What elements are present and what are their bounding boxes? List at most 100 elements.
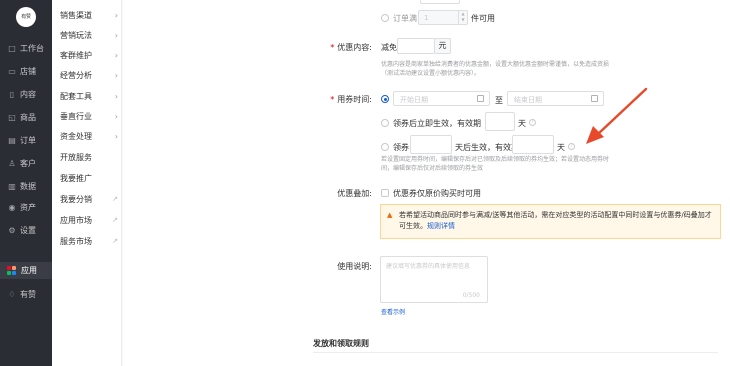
rules-detail-link[interactable]: 规则详情 [427, 222, 455, 230]
chevron-right-icon: › [114, 111, 118, 121]
menu-item-tools[interactable]: 配套工具 › [60, 89, 118, 103]
warning-text: 若希望活动商品同时参与满减/送等其他活动，需在对应类型的活动配置中同时设置与优惠… [399, 210, 717, 232]
nav-customer[interactable]: ♙ 客户 [0, 155, 52, 172]
relative-validity-radio[interactable] [381, 119, 389, 127]
section-divider [313, 352, 718, 353]
usage-placeholder: 建议填写优惠券的具体使用信息 [386, 263, 471, 270]
discount-amount-input[interactable] [397, 38, 435, 54]
relative-days-input[interactable] [485, 112, 515, 131]
validity-help-text: 若设置固定用券时间，编辑保存后对已领取及后续领取的券均生效；若设置动态用券时间，… [381, 156, 610, 172]
menu-item-app-market[interactable]: 应用市场 ↗ [60, 213, 118, 227]
data-icon: ▥ [8, 182, 16, 191]
like-icon: ♢ [8, 290, 16, 299]
stepper-arrows-icon[interactable]: ▲ ▼ [458, 11, 467, 24]
menu-label: 销售渠道 [60, 10, 92, 20]
original-price-only-label: 优惠券仅原价购买时可用 [393, 189, 481, 198]
customer-icon: ♙ [8, 159, 16, 168]
nav-data[interactable]: ▥ 数据 [0, 178, 52, 195]
settings-icon: ⚙ [8, 226, 16, 235]
menu-item-funds[interactable]: 资金处理 › [60, 129, 118, 143]
threshold-suffix: 件可用 [471, 14, 495, 23]
nav-order[interactable]: ▤ 订单 [0, 132, 52, 149]
menu-item-customer-group[interactable]: 客群维护 › [60, 48, 118, 62]
original-price-only-checkbox[interactable] [381, 189, 389, 197]
menu-item-promote[interactable]: 我要推广 [60, 171, 118, 185]
warning-icon: ▲ [387, 211, 393, 219]
menu-label: 营销玩法 [60, 30, 92, 40]
usage-label: 使用说明: [337, 262, 372, 271]
order-icon: ▤ [8, 136, 16, 145]
discount-prefix: 减免 [381, 43, 397, 52]
chevron-right-icon: › [114, 50, 118, 60]
nav-apps-label: 应用 [21, 266, 37, 275]
nav-apps[interactable]: 应用 [0, 262, 52, 279]
nav-content[interactable]: ▯ 内容 [0, 86, 52, 103]
help-question-icon[interactable]: ? [529, 119, 536, 126]
relative-validity-text: 领券后立即生效，有效期 [393, 119, 481, 128]
nav-store[interactable]: ▭ 店铺 [0, 63, 52, 80]
nav-workbench[interactable]: □ 工作台 [0, 40, 52, 57]
chevron-right-icon: › [114, 30, 118, 40]
nav-settings-label: 设置 [20, 226, 36, 235]
coupon-form [123, 0, 730, 366]
asset-icon: ◉ [8, 203, 16, 212]
menu-item-sales-channel[interactable]: 销售渠道 › [60, 8, 118, 22]
threshold-quantity-input[interactable]: 1 ▲ ▼ [418, 10, 468, 25]
delay-days-input[interactable] [410, 135, 452, 154]
nav-youzan-label: 有赞 [20, 290, 36, 299]
usage-description-textarea[interactable]: 建议填写优惠券的具体使用信息 0/500 [380, 256, 488, 303]
chevron-right-icon: › [114, 10, 118, 20]
nav-settings[interactable]: ⚙ 设置 [0, 222, 52, 239]
store-icon: ▭ [8, 67, 16, 76]
menu-label: 配套工具 [60, 91, 92, 101]
discount-unit: 元 [434, 38, 451, 54]
required-mark: * [330, 95, 335, 104]
content-icon: ▯ [9, 90, 15, 99]
menu-label: 我要分销 [60, 194, 92, 204]
logo-text: 有赞 [21, 14, 31, 20]
nav-goods[interactable]: ◱ 商品 [0, 109, 52, 126]
discount-unit-text: 元 [438, 41, 447, 50]
menu-item-analytics[interactable]: 经营分析 › [60, 68, 118, 82]
delayed-valid-days-input[interactable] [512, 135, 554, 154]
app-root: 有赞 □ 工作台 ▭ 店铺 ▯ 内容 ◱ 商品 ▤ 订单 ♙ 客户 ▥ 数据 ◉ 资产 ⚙ 设置 … [0, 0, 730, 366]
menu-label: 经营分析 [60, 70, 92, 80]
delayed-validity-radio[interactable] [381, 143, 389, 151]
delayed-mid-text: 天后生效，有效期 [455, 143, 519, 152]
end-date-placeholder: 结束日期 [514, 96, 542, 104]
view-example-link[interactable]: 查看示例 [381, 307, 405, 316]
calendar-icon [477, 95, 484, 102]
chevron-right-icon: › [114, 91, 118, 101]
primary-sidebar: 有赞 □ 工作台 ▭ 店铺 ▯ 内容 ◱ 商品 ▤ 订单 ♙ 客户 ▥ 数据 ◉ 资产 ⚙ 设置 … [0, 0, 52, 366]
delayed-days-unit: 天 [557, 143, 565, 152]
menu-label: 开放服务 [60, 152, 92, 162]
secondary-sidebar: 销售渠道 › 营销玩法 › 客群维护 › 经营分析 › 配套工具 › 垂直行业 › 资金处理… [52, 0, 122, 366]
date-range-separator: 至 [495, 96, 503, 105]
threshold-radio[interactable] [381, 14, 389, 22]
workbench-icon: □ [8, 44, 16, 53]
menu-item-marketing[interactable]: 营销玩法 › [60, 28, 118, 42]
required-mark: * [330, 43, 335, 52]
relative-days-unit: 天 [518, 119, 526, 128]
external-link-icon: ↗ [112, 237, 118, 245]
menu-item-distribution[interactable]: 我要分销 ↗ [60, 192, 118, 206]
menu-item-industry[interactable]: 垂直行业 › [60, 109, 118, 123]
menu-item-service-market[interactable]: 服务市场 ↗ [60, 234, 118, 248]
nav-asset-label: 资产 [20, 203, 36, 212]
nav-order-label: 订单 [20, 136, 36, 145]
validity-label: * 用券时间: [320, 94, 372, 105]
logo[interactable]: 有赞 [16, 7, 36, 27]
threshold-value: 1 [424, 14, 429, 22]
nav-youzan[interactable]: ♢ 有赞 [0, 286, 52, 303]
chevron-right-icon: › [114, 131, 118, 141]
prior-field-input[interactable] [420, 0, 460, 4]
fixed-date-radio[interactable] [381, 95, 389, 103]
nav-asset[interactable]: ◉ 资产 [0, 199, 52, 216]
goods-icon: ◱ [8, 113, 16, 122]
help-question-icon[interactable]: ? [568, 143, 575, 150]
nav-goods-label: 商品 [20, 113, 36, 122]
menu-label: 垂直行业 [60, 111, 92, 121]
menu-label: 服务市场 [60, 236, 92, 246]
menu-item-open-service[interactable]: 开放服务 [60, 150, 118, 164]
start-date-picker[interactable]: 开始日期 [393, 91, 490, 106]
